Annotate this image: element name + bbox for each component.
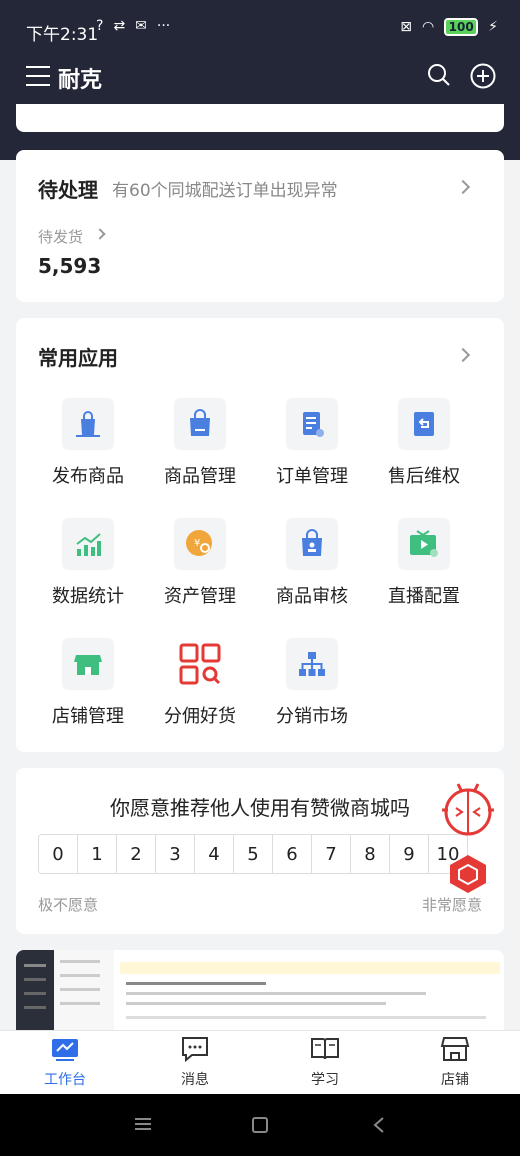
app-label: 分销市场 [276,706,348,727]
bag-icon [174,398,226,450]
recent-apps-icon[interactable] [134,1116,152,1132]
app-label: 资产管理 [164,586,236,607]
message-notification-icon: ✉ [135,18,147,34]
app-label: 分佣好货 [164,706,236,727]
header-card-stub [16,104,504,132]
menu-icon[interactable] [26,66,50,86]
app-product-management[interactable]: 商品管理 [150,398,250,498]
app-publish-product[interactable]: 发布商品 [38,398,138,498]
status-bar: 下午2:31 ? ⇄ ✉ ··· ⊠ ◠ 100 ⚡ [0,0,520,56]
apps-title: 常用应用 [38,346,118,370]
page-title: 耐克 [58,68,103,93]
tab-label: 学习 [311,1072,339,1088]
chevron-right-icon[interactable] [94,228,106,240]
return-icon [398,398,450,450]
nps-survey-card: 你愿意推荐他人使用有赞微商城吗 0 1 2 3 4 5 6 7 8 9 10 极… [16,768,504,934]
message-icon [182,1037,208,1063]
search-icon[interactable] [427,63,451,87]
more-icon: ··· [156,18,171,34]
preview-sidebar [16,950,54,1030]
app-label: 店铺管理 [52,706,124,727]
add-icon[interactable] [470,63,496,89]
order-doc-icon [286,398,338,450]
shop-icon [440,1037,470,1061]
status-time: 下午2:31 [26,25,99,45]
app-distribution-market[interactable]: 分销市场 [262,638,362,738]
book-icon [311,1038,339,1060]
common-apps-card: 常用应用 发布商品 商品管理 订单管理 售后维权 数据统计 ¥ 资产管理 商品审… [16,318,504,752]
wifi-icon: ◠ [421,19,435,35]
tab-learning[interactable]: 学习 [260,1031,390,1095]
pending-notice[interactable]: 有60个同城配送订单出现异常 [112,176,338,201]
tv-icon [398,518,450,570]
pending-card[interactable]: 待处理 有60个同城配送订单出现异常 待发货 5,593 [16,150,504,302]
hierarchy-icon [286,638,338,690]
scale-high-label: 非常愿意 [421,896,482,914]
store-icon [62,638,114,690]
nps-option-8[interactable]: 8 [350,834,390,874]
tab-label: 消息 [181,1072,209,1088]
system-nav-bar [0,1094,520,1156]
nps-option-7[interactable]: 7 [311,834,351,874]
no-sim-icon: ⊠ [400,19,412,35]
app-label: 订单管理 [276,466,348,487]
app-store-management[interactable]: 店铺管理 [38,638,138,738]
nps-option-3[interactable]: 3 [155,834,195,874]
app-data-statistics[interactable]: 数据统计 [38,518,138,618]
app-label: 商品管理 [164,466,236,487]
chevron-right-icon[interactable] [455,179,471,195]
app-label: 售后维权 [388,466,460,487]
usb-icon: ⇄ [113,18,126,34]
publish-bag-icon [62,398,114,450]
to-ship-label[interactable]: 待发货 [38,226,83,247]
app-label: 直播配置 [388,586,460,607]
app-order-management[interactable]: 订单管理 [262,398,362,498]
top-nav-bar: 耐克 [0,56,520,160]
coin-icon: ¥ [174,518,226,570]
app-after-sales[interactable]: 售后维权 [374,398,474,498]
tab-label: 工作台 [44,1072,86,1088]
status-notification-icons: ? ⇄ ✉ ··· [96,18,170,34]
back-icon[interactable] [372,1116,386,1134]
bottom-tab-bar: 工作台 消息 学习 店铺 [0,1030,520,1094]
chart-icon [62,518,114,570]
cube-icon[interactable] [446,852,490,896]
scale-low-label: 极不愿意 [38,896,99,914]
app-asset-management[interactable]: ¥ 资产管理 [150,518,250,618]
help-icon: ? [96,18,104,34]
battery-icon: 100 [444,18,479,36]
nps-option-9[interactable]: 9 [389,834,429,874]
charging-icon: ⚡ [488,19,498,35]
status-system-icons: ⊠ ◠ 100 ⚡ [400,18,498,36]
bug-icon[interactable] [440,780,496,840]
to-ship-count: 5,593 [38,254,102,278]
dashboard-preview-image[interactable] [16,950,504,1030]
pending-title: 待处理 [38,178,98,202]
home-icon[interactable] [251,1116,269,1134]
survey-question: 你愿意推荐他人使用有赞微商城吗 [110,796,410,820]
stamp-icon [286,518,338,570]
chevron-right-icon[interactable] [455,347,471,363]
nps-option-0[interactable]: 0 [38,834,78,874]
app-product-review[interactable]: 商品审核 [262,518,362,618]
tab-label: 店铺 [441,1072,469,1088]
app-label: 数据统计 [52,586,124,607]
workbench-icon [52,1039,78,1061]
app-commission-goods[interactable]: 分佣好货 [150,638,250,738]
nps-option-4[interactable]: 4 [194,834,234,874]
nps-scale: 0 1 2 3 4 5 6 7 8 9 10 [38,834,468,874]
preview-banner [120,962,500,974]
tab-store[interactable]: 店铺 [390,1031,520,1095]
nps-option-2[interactable]: 2 [116,834,156,874]
nps-option-1[interactable]: 1 [77,834,117,874]
tab-workbench[interactable]: 工作台 [0,1031,130,1095]
nps-option-5[interactable]: 5 [233,834,273,874]
app-live-config[interactable]: 直播配置 [374,518,474,618]
nps-option-6[interactable]: 6 [272,834,312,874]
svg-text:¥: ¥ [194,538,200,549]
app-label: 发布商品 [52,466,124,487]
tab-messages[interactable]: 消息 [130,1031,260,1095]
grid-search-icon [174,638,226,690]
app-label: 商品审核 [276,586,348,607]
